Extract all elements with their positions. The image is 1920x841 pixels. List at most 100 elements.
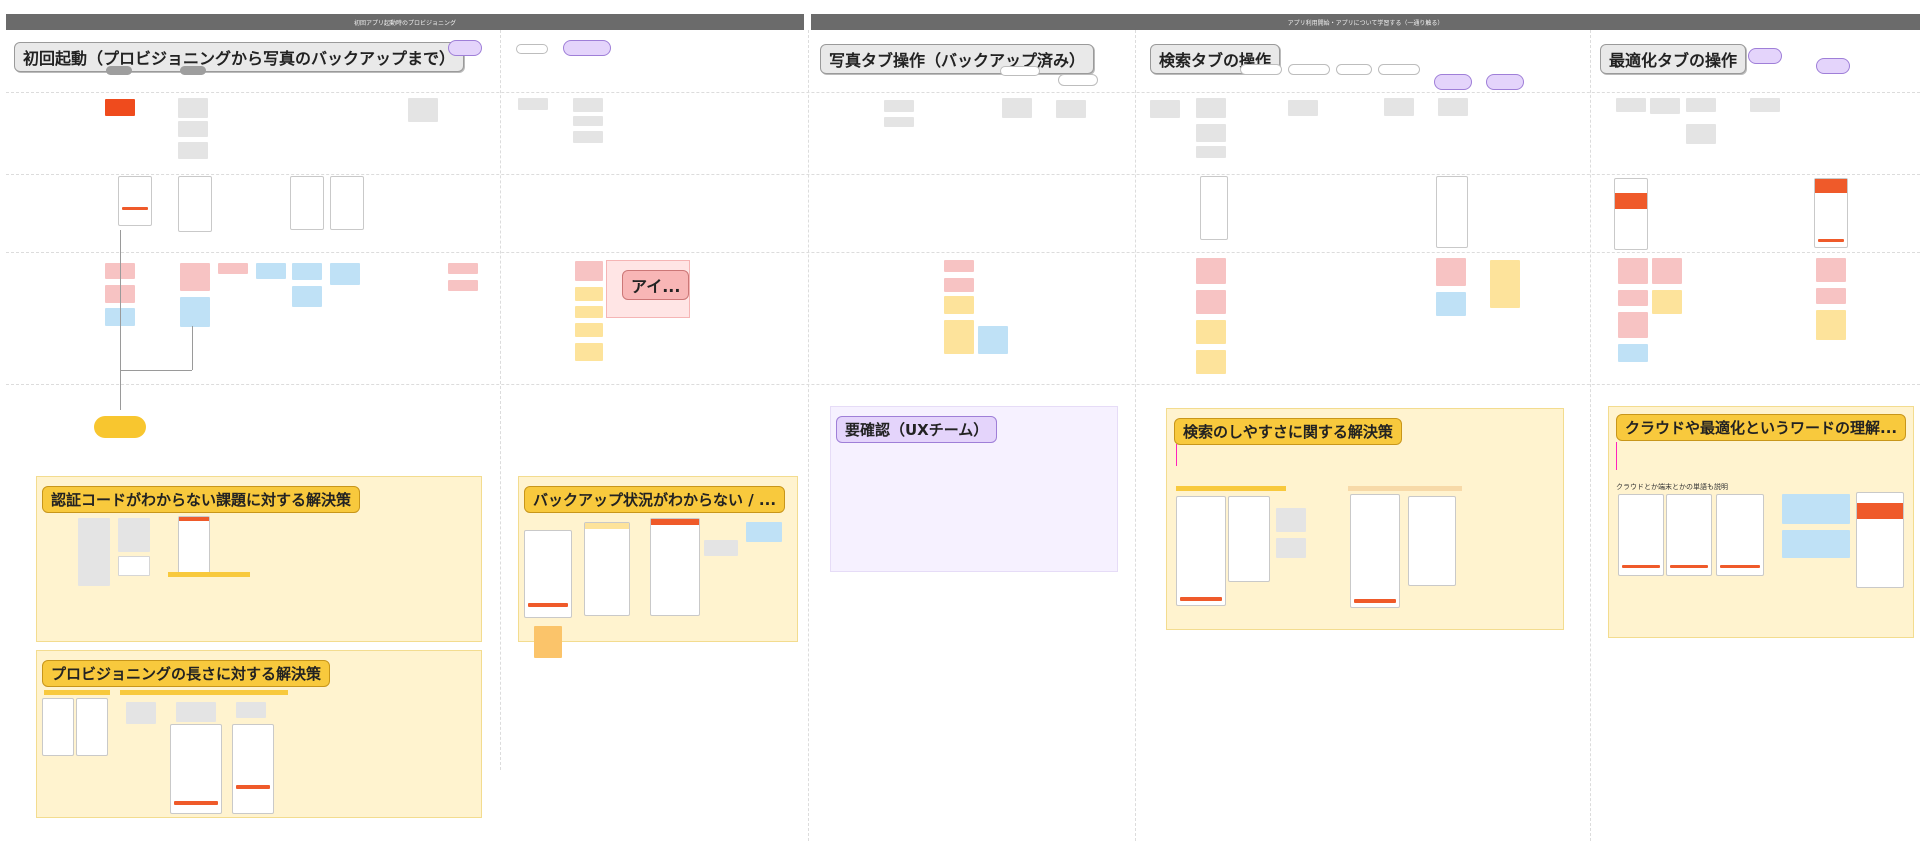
sticky-note[interactable] [176, 702, 216, 722]
sticky-note[interactable] [1750, 98, 1780, 112]
sticky-note[interactable] [178, 121, 208, 137]
flow-node-highlight[interactable] [1486, 74, 1524, 90]
flow-node-highlight[interactable] [1434, 74, 1472, 90]
sticky-note-issue[interactable] [448, 280, 478, 291]
section-title-optimize-tab: 最適化タブの操作 [1600, 44, 1747, 74]
flow-node-highlight[interactable] [448, 40, 482, 56]
sticky-note[interactable] [573, 116, 603, 126]
sticky-note-issue[interactable] [944, 260, 974, 272]
sticky-note[interactable] [1276, 508, 1306, 532]
sticky-note-question[interactable] [1652, 290, 1682, 314]
flow-node-highlight[interactable] [1748, 48, 1782, 64]
sticky-note[interactable] [1276, 538, 1306, 558]
sticky-note[interactable] [573, 98, 603, 112]
flow-node[interactable] [1288, 64, 1330, 75]
sticky-note[interactable] [704, 540, 738, 556]
flow-node[interactable] [1058, 74, 1098, 86]
flow-node-highlight[interactable] [563, 40, 611, 56]
sticky-note[interactable] [884, 100, 914, 112]
sticky-note-idea[interactable] [292, 286, 322, 307]
flow-node[interactable] [1240, 64, 1282, 75]
sticky-note-idea[interactable] [256, 263, 286, 279]
popup-note-title: アイ... [622, 270, 690, 300]
sticky-note-question[interactable] [1196, 350, 1226, 374]
sticky-note[interactable] [1196, 124, 1226, 142]
sticky-note[interactable] [1650, 98, 1680, 114]
solution-title-backup-status: バックアップ状況がわからない / ... [524, 486, 786, 513]
sticky-note-issue[interactable] [1196, 290, 1226, 314]
phone-screen-mock [1350, 494, 1400, 608]
sticky-note-alert[interactable] [105, 99, 135, 116]
sticky-note-issue[interactable] [1618, 258, 1648, 284]
sticky-note[interactable] [1384, 98, 1414, 116]
sticky-note-issue[interactable] [1652, 258, 1682, 284]
sticky-note[interactable] [1686, 124, 1716, 144]
sticky-note-issue[interactable] [1618, 312, 1648, 338]
sticky-note[interactable] [118, 518, 150, 552]
sticky-note[interactable] [884, 117, 914, 127]
flow-node-highlight[interactable] [1816, 58, 1850, 74]
sticky-note[interactable] [573, 131, 603, 143]
phone-screen-mock [1176, 496, 1226, 606]
flow-node[interactable] [1336, 64, 1372, 75]
sticky-note-idea[interactable] [1436, 292, 1466, 316]
sticky-note-question[interactable] [575, 343, 603, 361]
sticky-note[interactable] [1288, 100, 1318, 116]
solution-title-search-ease: 検索のしやすさに関する解決策 [1174, 418, 1402, 445]
sticky-note[interactable] [118, 556, 150, 576]
sticky-note-question[interactable] [575, 287, 603, 301]
sticky-note[interactable] [1150, 100, 1180, 118]
sticky-note-question[interactable] [1490, 260, 1520, 308]
cloud-caption: クラウドとか端末とかの単語も説明 [1616, 483, 1728, 491]
sticky-note-idea[interactable] [180, 297, 210, 327]
sticky-note-idea[interactable] [978, 326, 1008, 354]
sticky-note[interactable] [1196, 146, 1226, 158]
sticky-note[interactable] [1056, 100, 1086, 118]
phone-screen-mock [1666, 494, 1712, 576]
phone-screen-mock [232, 724, 274, 814]
sticky-note-idea[interactable] [1782, 530, 1850, 558]
sticky-note[interactable] [1196, 98, 1226, 118]
sticky-note[interactable] [518, 98, 548, 110]
sticky-note-question[interactable] [1816, 310, 1846, 340]
sticky-note-idea[interactable] [1618, 344, 1648, 362]
flow-node[interactable] [1000, 66, 1040, 76]
solution-title-cloud-words: クラウドや最適化というワードの理解... [1616, 414, 1907, 441]
sticky-note-issue[interactable] [1196, 258, 1226, 284]
sticky-note-issue[interactable] [448, 263, 478, 274]
sticky-note[interactable] [126, 702, 156, 724]
sticky-note-question[interactable] [534, 626, 562, 658]
phase-bar [120, 690, 288, 695]
sticky-note[interactable] [1002, 98, 1032, 118]
flow-node[interactable] [180, 66, 206, 75]
sticky-note-issue[interactable] [1816, 288, 1846, 304]
sticky-note-issue[interactable] [1816, 258, 1846, 282]
sticky-note-issue[interactable] [180, 263, 210, 291]
sticky-note-issue[interactable] [944, 278, 974, 292]
sticky-note[interactable] [236, 702, 266, 718]
sticky-note-question[interactable] [1196, 320, 1226, 344]
flow-end-node[interactable] [94, 416, 146, 438]
sticky-note[interactable] [1686, 98, 1716, 112]
sticky-note-issue[interactable] [575, 261, 603, 281]
flow-node[interactable] [106, 66, 132, 75]
sticky-note[interactable] [178, 98, 208, 118]
sticky-note[interactable] [1616, 98, 1646, 112]
sticky-note-idea[interactable] [292, 263, 322, 280]
sticky-note-issue[interactable] [218, 263, 248, 274]
sticky-note-idea[interactable] [746, 522, 782, 542]
sticky-note[interactable] [1438, 98, 1468, 116]
sticky-note[interactable] [78, 518, 110, 586]
sticky-note-issue[interactable] [1436, 258, 1466, 286]
sticky-note-question[interactable] [944, 296, 974, 314]
flow-node[interactable] [1378, 64, 1420, 75]
sticky-note[interactable] [408, 98, 438, 122]
sticky-note-question[interactable] [575, 306, 603, 318]
flow-node[interactable] [516, 44, 548, 54]
sticky-note-idea[interactable] [330, 263, 360, 285]
sticky-note-idea[interactable] [1782, 494, 1850, 524]
sticky-note-issue[interactable] [1618, 290, 1648, 306]
sticky-note-question[interactable] [944, 320, 974, 354]
sticky-note[interactable] [178, 142, 208, 159]
sticky-note-question[interactable] [575, 323, 603, 337]
